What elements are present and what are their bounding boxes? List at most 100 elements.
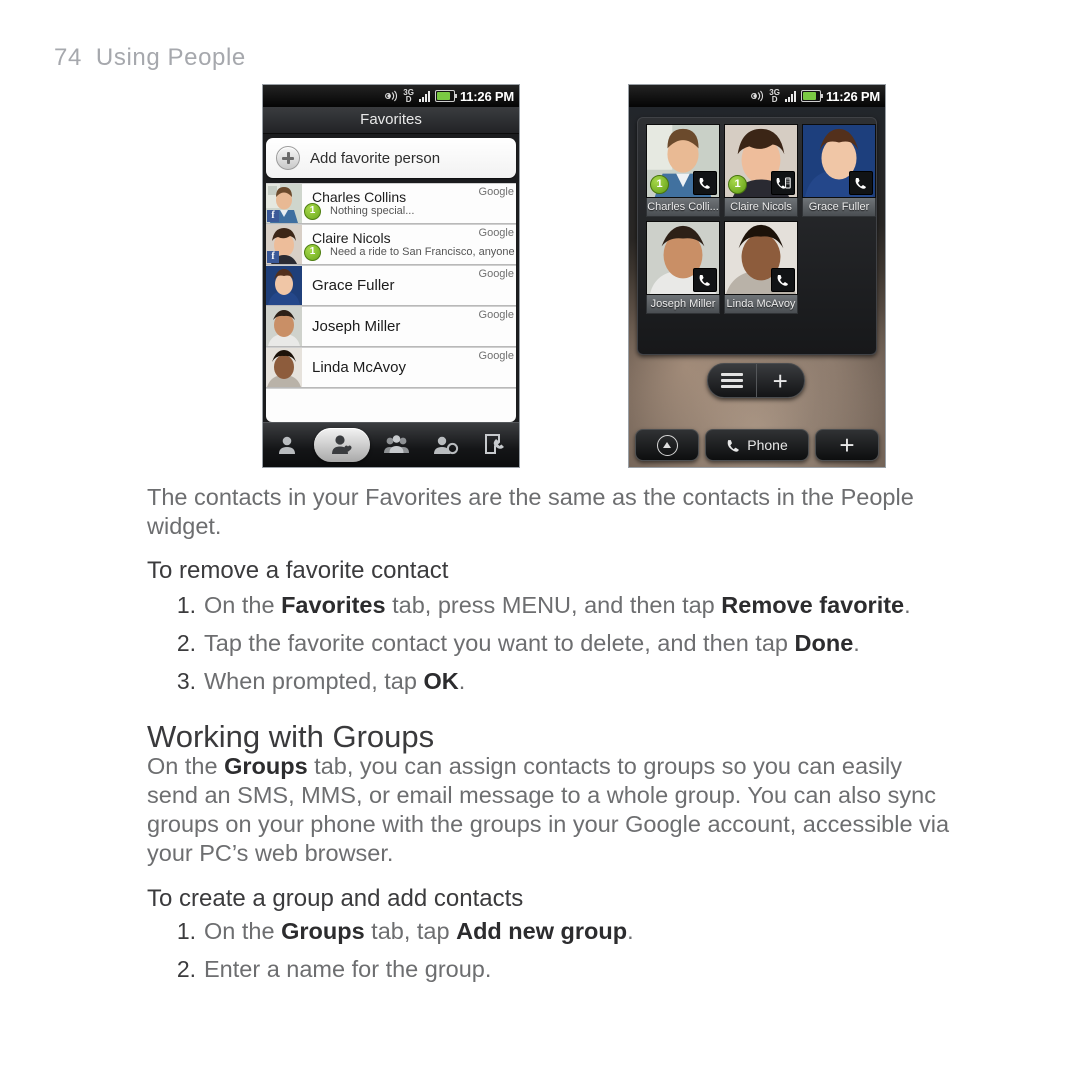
- figure-people-widget-screen: 3G D 11:26 PM 1 Charles Colli... 1 Clair…: [628, 84, 886, 468]
- person-online-icon: [433, 436, 458, 455]
- manual-page: 74 Using People 3G D 11:26 PM Favorites …: [0, 0, 1080, 1080]
- status-badge: 1: [304, 244, 321, 261]
- person-icon: [279, 436, 296, 454]
- list-number: 3.: [176, 668, 196, 694]
- contact-name: Joseph Miller: [312, 318, 401, 335]
- widget-tile[interactable]: Grace Fuller: [802, 124, 876, 217]
- list-item: 2. Enter a name for the group.: [147, 950, 987, 988]
- running-head: 74 Using People: [54, 44, 246, 72]
- contact-status: Need a ride to San Francisco, anyone go: [330, 246, 516, 258]
- account-label: Google: [478, 186, 514, 198]
- app-title: Favorites: [263, 107, 519, 134]
- avatar: f: [266, 184, 302, 223]
- add-favorite-person-label: Add favorite person: [310, 149, 441, 167]
- groups-icon: [384, 435, 410, 453]
- account-label: Google: [478, 309, 514, 321]
- emphasis: Groups: [281, 918, 365, 944]
- widget-tile-name: Claire Nicols: [724, 198, 798, 217]
- emphasis: Done: [794, 630, 854, 656]
- facebook-icon: f: [267, 210, 279, 222]
- phone-icon[interactable]: [693, 171, 717, 195]
- battery-icon: [800, 90, 823, 102]
- widget-controls: +: [707, 363, 805, 398]
- phone-button[interactable]: Phone: [705, 429, 809, 461]
- network-sub-label: D: [405, 95, 412, 104]
- widget-tile[interactable]: Linda McAvoy: [724, 221, 798, 314]
- list-number: 1.: [176, 592, 196, 618]
- avatar: [266, 307, 302, 346]
- phone-icon[interactable]: [693, 268, 717, 292]
- add-button[interactable]: +: [757, 364, 805, 397]
- widget-tile-name: Linda McAvoy: [724, 295, 798, 314]
- widget-tile[interactable]: 1 Charles Colli...: [646, 124, 720, 217]
- account-label: Google: [478, 268, 514, 280]
- phone-button-label: Phone: [747, 437, 788, 453]
- table-row[interactable]: Joseph Miller Google: [266, 306, 516, 347]
- tab-all-contacts[interactable]: [265, 428, 309, 462]
- widget-tile-name: Joseph Miller: [646, 295, 720, 314]
- signal-icon: [418, 90, 430, 102]
- running-head-title: Using People: [95, 44, 246, 71]
- facebook-icon: f: [267, 251, 279, 263]
- signal-icon: [784, 90, 796, 102]
- phone-icon[interactable]: [849, 171, 873, 195]
- favorites-list: Add favorite person f 1 Charles Collins …: [263, 134, 519, 422]
- account-label: Google: [478, 350, 514, 362]
- tab-online[interactable]: [424, 428, 468, 462]
- contact-name: Grace Fuller: [312, 277, 395, 294]
- list-item: 1. On the Favorites tab, press MENU, and …: [147, 586, 987, 624]
- status-badge: 1: [304, 203, 321, 220]
- status-badge: 1: [728, 175, 747, 194]
- hamburger-icon: [720, 370, 743, 391]
- avatar: [646, 221, 720, 295]
- phone-keypad-icon[interactable]: [771, 171, 795, 195]
- emphasis: Add new group: [456, 918, 628, 944]
- phone-icon[interactable]: [771, 268, 795, 292]
- tab-favorites[interactable]: [314, 428, 371, 462]
- plus-icon: +: [772, 365, 788, 396]
- table-row[interactable]: Linda McAvoy Google: [266, 347, 516, 388]
- widget-tile-name: Charles Colli...: [646, 198, 720, 217]
- list-item: 2. Tap the favorite contact you want to d…: [147, 624, 987, 662]
- people-widget: 1 Charles Colli... 1 Claire Nicols Grace…: [637, 117, 877, 355]
- contact-name: Linda McAvoy: [312, 359, 406, 376]
- tab-groups[interactable]: [375, 428, 419, 462]
- table-row[interactable]: Grace Fuller Google: [266, 265, 516, 306]
- emphasis: Groups: [224, 753, 308, 779]
- steps-remove-favorite: 1. On the Favorites tab, press MENU, and …: [147, 586, 987, 700]
- status-bar-left: 3G D 11:26 PM: [263, 85, 519, 107]
- app-drawer-button[interactable]: [635, 429, 699, 461]
- menu-button[interactable]: [708, 364, 756, 397]
- widget-tile-name: Grace Fuller: [802, 198, 876, 217]
- add-shortcut-button[interactable]: +: [815, 429, 879, 461]
- contact-status: Nothing special...: [330, 205, 415, 217]
- avatar: [266, 348, 302, 387]
- list-empty-area: [266, 388, 516, 422]
- figure-group: 3G D 11:26 PM Favorites Add favorite per…: [0, 84, 1080, 474]
- widget-tile[interactable]: Joseph Miller: [646, 221, 720, 314]
- emphasis: OK: [423, 668, 459, 694]
- list-number: 2.: [176, 956, 196, 982]
- people-tab-bar: [263, 422, 519, 467]
- status-bar-clock: 11:26 PM: [825, 88, 880, 104]
- widget-tile[interactable]: 1 Claire Nicols: [724, 124, 798, 217]
- add-favorite-person-button[interactable]: Add favorite person: [266, 138, 516, 178]
- avatar: [802, 124, 876, 198]
- table-row[interactable]: f 1 Claire Nicols Need a ride to San Fra…: [266, 224, 516, 265]
- avatar: 1: [646, 124, 720, 198]
- page-number: 74: [54, 44, 82, 71]
- page-title: Working with Groups: [147, 719, 435, 754]
- app-drawer-icon: [656, 434, 678, 456]
- network-type-icon: 3G D: [769, 89, 780, 104]
- emphasis: Remove favorite: [721, 592, 905, 618]
- subheading-create-group: To create a group and add contacts: [147, 885, 524, 912]
- emphasis: Favorites: [281, 592, 386, 618]
- subheading-remove-favorite: To remove a favorite contact: [147, 557, 449, 584]
- network-sub-label: D: [771, 95, 778, 104]
- tab-call-history[interactable]: [473, 428, 517, 462]
- list-number: 1.: [176, 918, 196, 944]
- plus-icon: [276, 146, 300, 170]
- avatar: [266, 266, 302, 305]
- account-label: Google: [478, 227, 514, 239]
- table-row[interactable]: f 1 Charles Collins Nothing special... G…: [266, 183, 516, 224]
